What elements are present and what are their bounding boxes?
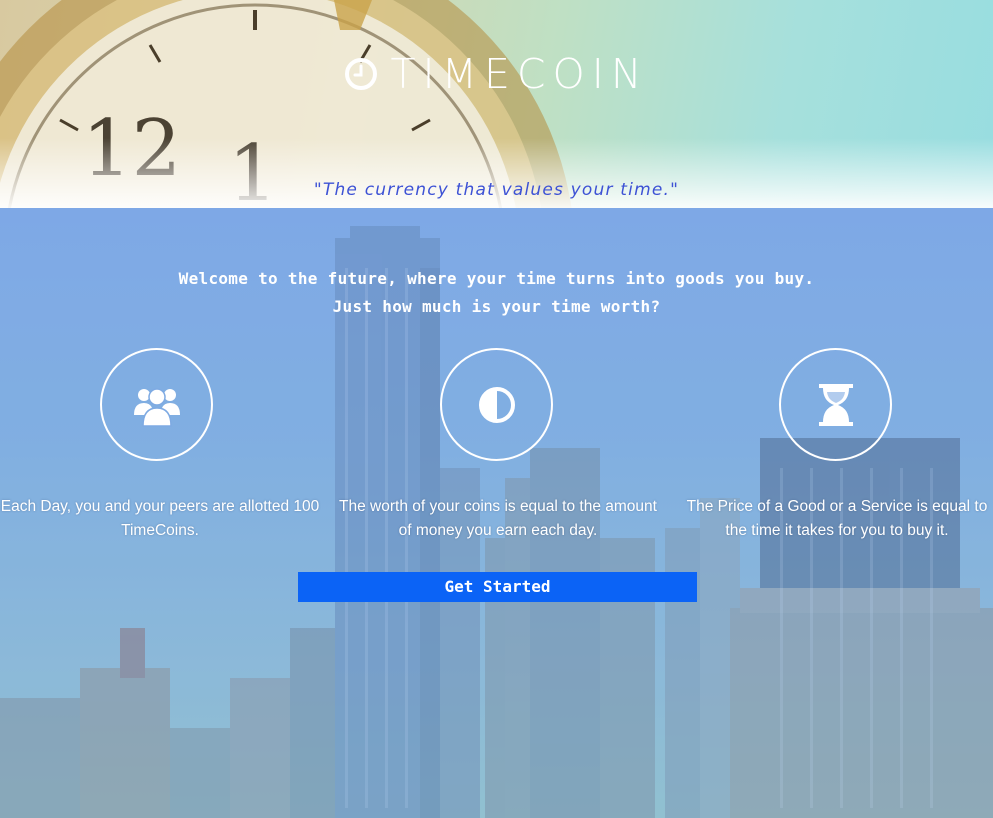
welcome-line: Just how much is your time worth? bbox=[332, 297, 661, 316]
feature-text: The worth of your coins is equal to the … bbox=[339, 498, 657, 539]
feature-text: Each Day, you and your peers are allotte… bbox=[0, 498, 320, 539]
feature-icon-circle bbox=[100, 348, 213, 461]
users-icon bbox=[133, 387, 180, 427]
feature-icon-circle bbox=[440, 348, 553, 461]
main-section: Welcome to the future, where your time t… bbox=[0, 208, 993, 818]
feature-text: The Price of a Good or a Service is equa… bbox=[686, 498, 988, 539]
feature-icon-circle bbox=[779, 348, 892, 461]
alarm-clock-image: 12 1 bbox=[0, 0, 572, 208]
half-circle-icon bbox=[478, 386, 515, 423]
get-started-button[interactable]: Get Started bbox=[298, 572, 697, 602]
welcome-line: Welcome to the future, where your time t… bbox=[178, 269, 815, 288]
clock-icon bbox=[345, 58, 378, 90]
hourglass-icon bbox=[818, 383, 853, 426]
logo[interactable]: TIMECOIN bbox=[0, 50, 993, 98]
header-banner: 12 1 TIMECOIN "The currency that values … bbox=[0, 0, 993, 208]
logo-text: TIMECOIN bbox=[390, 50, 649, 98]
welcome-heading: Welcome to the future, where your time t… bbox=[0, 265, 993, 321]
tagline: "The currency that values your time." bbox=[313, 180, 680, 200]
